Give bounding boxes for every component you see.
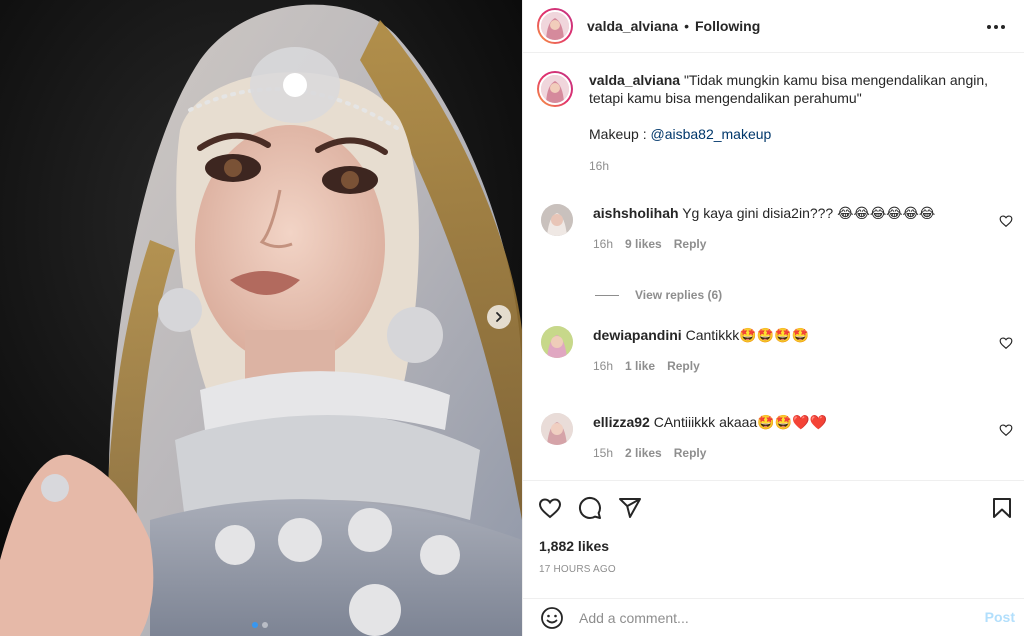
makeup-label: Makeup : [589,126,647,142]
view-replies-line [595,294,619,296]
comment-time[interactable]: 16h [593,357,613,375]
bookmark-icon [993,498,1011,518]
view-replies-button[interactable]: View replies (6) [595,288,722,302]
instagram-post: valda_alviana • Following valda_alviana … [0,0,1024,636]
share-button[interactable] [615,493,645,523]
author-username[interactable]: valda_alviana [587,18,678,34]
comment-body: dewiapandini Cantikkk🤩🤩🤩🤩 16h 1 like Rep… [593,326,993,375]
carousel-dot [262,622,268,628]
avatar-image [541,75,569,103]
share-icon [619,498,641,518]
comment-meta: 16h 9 likes Reply [593,235,993,253]
carousel-dot-active [252,622,258,628]
comment-body: aishsholihah Yg kaya gini disia2in??? 😂😂… [593,204,993,253]
caption-makeup-credit: Makeup : @aisba82_makeup [589,125,999,143]
comment-item: ellizza92 CAntiiikkk akaaa🤩🤩❤️❤️ 15h 2 l… [541,413,1021,462]
following-button[interactable]: Following [695,18,760,34]
comment-likes[interactable]: 1 like [625,357,655,375]
comment-likes[interactable]: 2 likes [625,444,662,462]
post-media[interactable] [0,0,522,636]
comment-meta: 15h 2 likes Reply [593,444,993,462]
comment-username[interactable]: dewiapandini [593,327,682,343]
comments-list[interactable]: valda_alviana "Tidak mungkin kamu bisa m… [523,53,1024,480]
comment-username[interactable]: aishsholihah [593,205,679,221]
caption-body: valda_alviana "Tidak mungkin kamu bisa m… [589,71,999,175]
heart-icon [538,498,562,519]
commenter-avatar[interactable] [541,413,573,445]
comment-reply-button[interactable]: Reply [674,235,707,253]
post-side-panel: valda_alviana • Following valda_alviana … [522,0,1024,636]
avatar-image [541,204,573,236]
posted-time[interactable]: 17 HOURS AGO [539,564,616,575]
post-photo [0,0,522,636]
comment-body: ellizza92 CAntiiikkk akaaa🤩🤩❤️❤️ 15h 2 l… [593,413,993,462]
carousel-next-button[interactable] [487,305,511,329]
comment-input[interactable] [579,609,959,626]
comment-item: dewiapandini Cantikkk🤩🤩🤩🤩 16h 1 like Rep… [541,326,1021,375]
header-separator: • [684,18,689,34]
comment-text: CAntiiikkk akaaa🤩🤩❤️❤️ [653,414,827,430]
author-avatar[interactable] [537,8,573,44]
comment-button[interactable] [575,493,605,523]
avatar-image [541,326,573,358]
comment-username[interactable]: ellizza92 [593,414,650,430]
caption-username[interactable]: valda_alviana [589,72,680,88]
add-comment-bar: Post [523,598,1024,636]
save-button[interactable] [987,493,1017,523]
commenter-avatar[interactable] [541,204,573,236]
caption-avatar[interactable] [537,71,573,107]
post-comment-button[interactable]: Post [985,609,1015,625]
comment-text: Yg kaya gini disia2in??? 😂😂😂😂😂😂 [682,205,936,221]
comment-like-heart-icon[interactable] [999,423,1013,437]
action-icons-row [535,493,1017,523]
comment-text: Cantikkk🤩🤩🤩🤩 [685,327,809,343]
comment-likes[interactable]: 9 likes [625,235,662,253]
comment-like-heart-icon[interactable] [999,214,1013,228]
comment-icon [578,496,601,519]
carousel-indicator [252,622,268,628]
likes-count[interactable]: 1,882 likes [539,538,609,554]
like-button[interactable] [535,493,565,523]
more-horizontal-icon [987,25,1005,29]
commenter-avatar[interactable] [541,326,573,358]
comment-time[interactable]: 16h [593,235,613,253]
makeup-mention-link[interactable]: @aisba82_makeup [650,126,771,142]
comment-reply-button[interactable]: Reply [667,357,700,375]
view-replies-label: View replies (6) [635,288,723,302]
comment-item: aishsholihah Yg kaya gini disia2in??? 😂😂… [541,204,1021,253]
comment-meta: 16h 1 like Reply [593,357,993,375]
chevron-right-icon [496,312,502,322]
comment-reply-button[interactable]: Reply [674,444,707,462]
comment-time[interactable]: 15h [593,444,613,462]
comment-like-heart-icon[interactable] [999,336,1013,350]
avatar-image [541,12,569,40]
avatar-image [541,413,573,445]
emoji-button[interactable] [539,605,565,631]
more-options-button[interactable] [981,12,1011,42]
post-actions: 1,882 likes 17 HOURS AGO [523,480,1024,598]
caption-time[interactable]: 16h [589,157,999,175]
post-caption: valda_alviana "Tidak mungkin kamu bisa m… [537,71,1017,175]
emoji-smiley-icon [541,606,563,629]
post-header: valda_alviana • Following [523,0,1024,53]
